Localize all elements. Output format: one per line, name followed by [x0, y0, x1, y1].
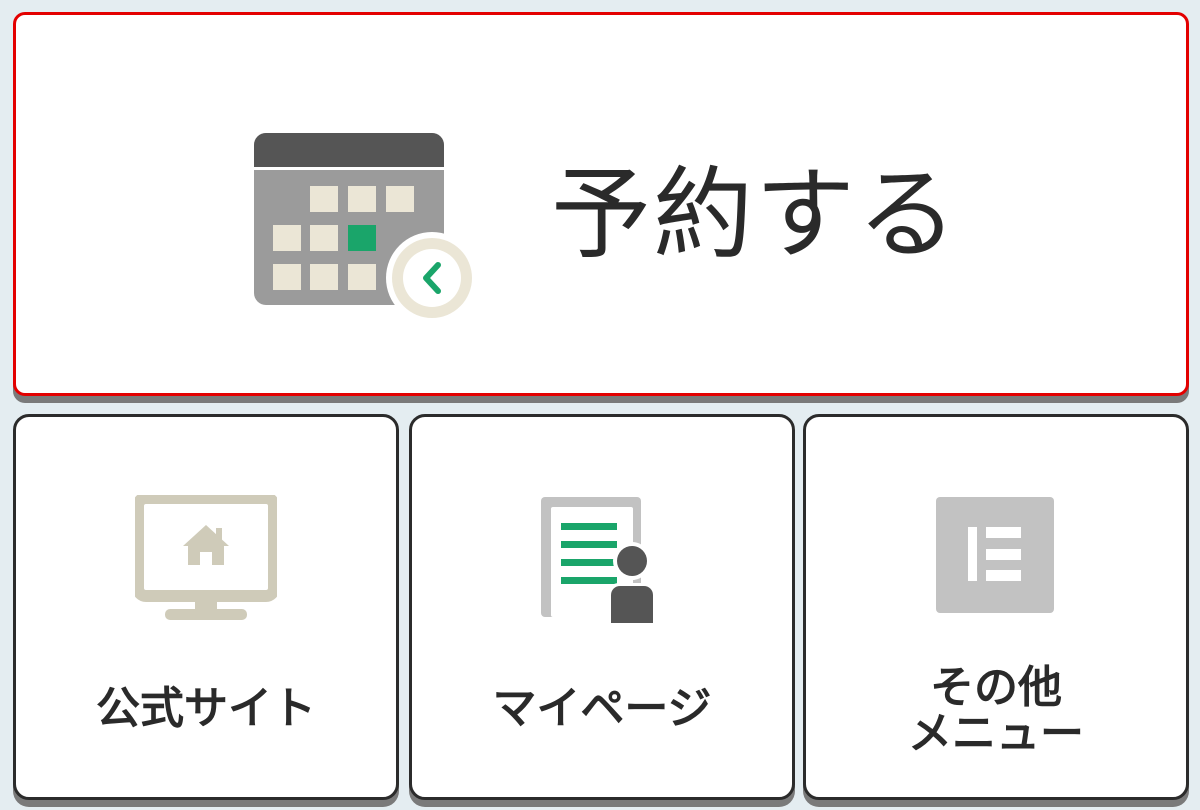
calendar-icon	[254, 133, 478, 324]
mypage-label: マイページ	[492, 683, 712, 734]
official-site-label: 公式サイト	[96, 683, 316, 734]
other-menu-label-line2: メニュー	[908, 708, 1084, 759]
other-menu-label-line1: その他	[930, 662, 1062, 713]
monitor-home-icon	[135, 495, 277, 620]
profile-document-icon	[541, 497, 659, 627]
mypage-button[interactable]: マイページ	[409, 414, 795, 800]
reserve-label: 予約する	[551, 156, 959, 273]
other-menu-label: その他 メニュー	[806, 665, 1186, 757]
official-site-button[interactable]: 公式サイト	[13, 414, 399, 800]
other-menu-button[interactable]: その他 メニュー	[803, 414, 1189, 800]
menu-icon	[936, 497, 1054, 613]
reserve-button[interactable]: 予約する	[13, 12, 1189, 396]
